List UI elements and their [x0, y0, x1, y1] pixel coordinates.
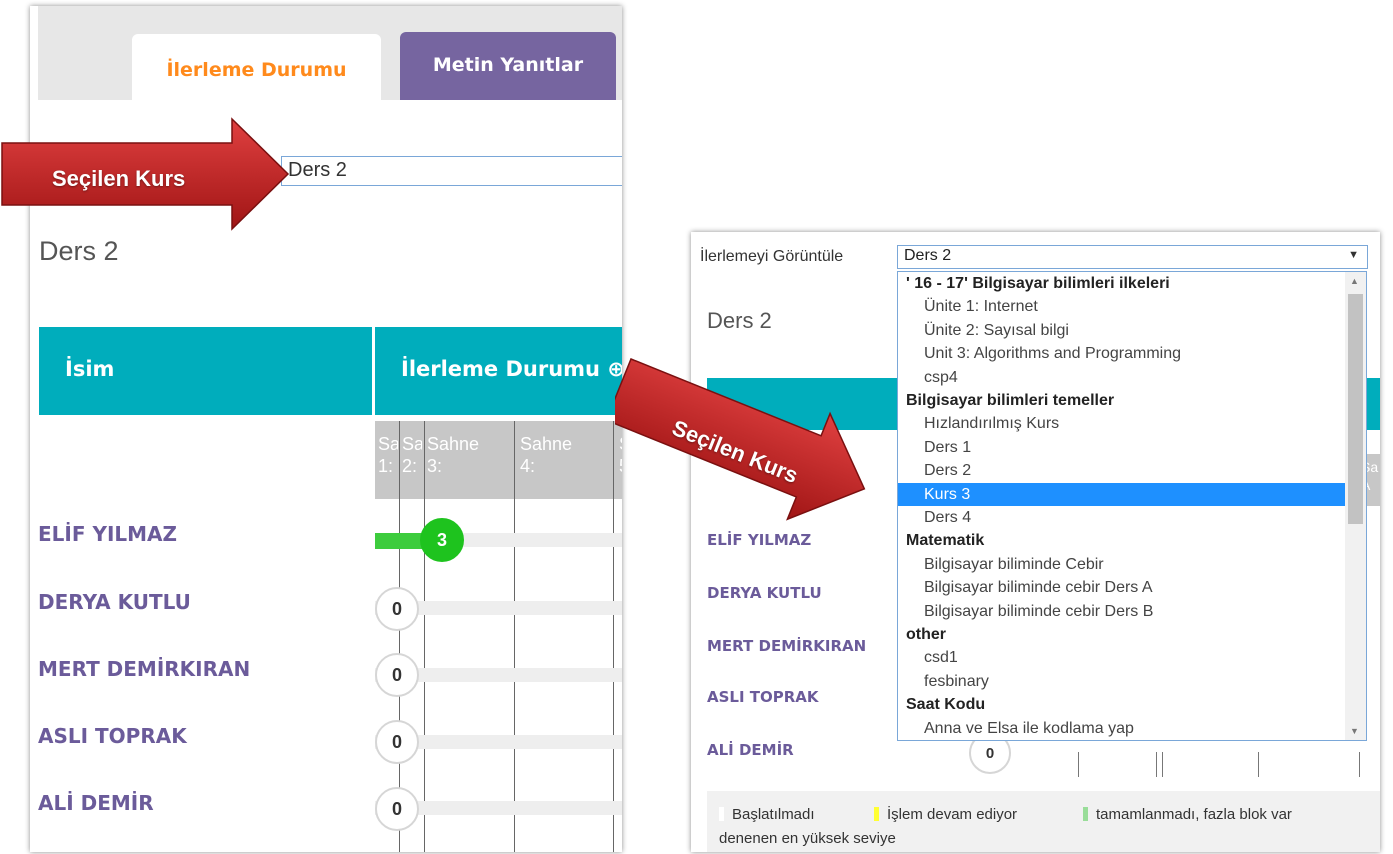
student-name[interactable]: ALİ DEMİR: [707, 741, 794, 759]
dropdown-option[interactable]: Bilgisayar biliminde cebir Ders A: [924, 576, 1344, 599]
chevron-down-icon[interactable]: ▼: [1348, 249, 1359, 261]
progress-circle-current[interactable]: 3: [420, 518, 464, 562]
progress-circle[interactable]: 0: [375, 587, 419, 631]
column-header-name-label: İsim: [65, 357, 115, 381]
tab-bar: İlerleme Durumu Metin Yanıtlar: [38, 6, 622, 100]
scroll-up-icon[interactable]: ▲: [1350, 276, 1359, 286]
progress-circle[interactable]: 0: [375, 787, 419, 831]
grid-divider: [424, 421, 425, 852]
stage-1-label[interactable]: Sa 1:: [378, 433, 398, 477]
student-name[interactable]: ELİF YILMAZ: [38, 522, 177, 546]
legend-text: denenen en yüksek seviye: [719, 830, 896, 847]
dropdown-group-label: Matematik: [906, 532, 985, 550]
dropdown-option[interactable]: Unit 3: Algorithms and Programming: [924, 342, 1344, 365]
dropdown-option[interactable]: csp4: [924, 366, 1344, 389]
course-select[interactable]: Ders 2: [281, 156, 622, 186]
dropdown-option[interactable]: csd1: [924, 646, 1344, 669]
dropdown-group-label: other: [906, 626, 946, 643]
dropdown-option[interactable]: Bilgisayar biliminde cebir Ders B: [924, 600, 1344, 623]
legend: Başlatılmadı İşlem devam ediyor tamamlan…: [707, 791, 1380, 852]
progress-circle[interactable]: 0: [375, 653, 419, 697]
dropdown-group-label: Saat Kodu: [906, 696, 986, 714]
column-header-name: İsim: [39, 327, 372, 415]
column-header-progress-label: İlerleme Durumu ⊕: [401, 357, 622, 381]
legend-item: İşlem devam ediyor: [874, 806, 1017, 823]
dropdown-option[interactable]: Ders 1: [924, 436, 1344, 459]
view-progress-select[interactable]: Ders 2 ▼: [897, 245, 1368, 269]
student-name[interactable]: DERYA KUTLU: [707, 584, 822, 602]
dropdown-option[interactable]: Ders 4: [924, 506, 1344, 529]
dropdown-group-label: Bilgisayar bilimleri temeller: [906, 392, 1115, 409]
page-title: Ders 2: [707, 308, 772, 333]
stage-3-label[interactable]: Sahne 3:: [427, 433, 507, 477]
grid-divider: [1162, 752, 1163, 777]
dropdown-option[interactable]: Ünite 1: Internet: [924, 295, 1344, 318]
grid-divider: [613, 421, 614, 852]
page-title: Ders 2: [39, 236, 119, 266]
student-name[interactable]: ASLI TOPRAK: [707, 688, 819, 706]
dropdown-group-label: ' 16 - 17' Bilgisayar bilimleri ilkeleri: [906, 275, 1170, 292]
stage-2-label[interactable]: Sa 2:: [402, 433, 422, 477]
legend-swatch: [719, 807, 724, 821]
legend-item: Başlatılmadı: [719, 806, 815, 823]
dropdown-option[interactable]: Ünite 2: Sayısal bilgi: [924, 319, 1344, 342]
grid-divider: [1258, 752, 1259, 777]
callout-label-left: Seçilen Kurs: [52, 166, 186, 191]
legend-item: tamamlanmadı, fazla blok var: [1083, 806, 1292, 823]
view-progress-label: İlerlemeyi Görüntüle: [700, 248, 844, 265]
progress-grid: Sa1: Sa2: Sahne3: Sahne4: S5 3 0 0 0 0: [375, 421, 622, 852]
student-name[interactable]: ASLI TOPRAK: [38, 724, 187, 748]
student-name[interactable]: MERT DEMİRKIRAN: [707, 637, 866, 655]
student-name[interactable]: DERYA KUTLU: [38, 590, 191, 614]
grid-divider: [1078, 752, 1079, 777]
scrollbar-thumb[interactable]: [1348, 294, 1363, 524]
grid-divider: [514, 421, 515, 852]
progress-circle[interactable]: 0: [375, 720, 419, 764]
student-name[interactable]: MERT DEMİRKIRAN: [38, 657, 250, 681]
grid-divider: [1156, 752, 1157, 777]
dropdown-scrollbar[interactable]: ▲ ▼: [1345, 272, 1366, 740]
tab-progress-status[interactable]: İlerleme Durumu: [132, 34, 381, 100]
column-header-progress[interactable]: İlerleme Durumu ⊕: [375, 327, 622, 415]
legend-swatch: [874, 807, 879, 821]
dropdown-option-selected[interactable]: Kurs 3: [898, 482, 1345, 506]
course-dropdown-list[interactable]: ' 16 - 17' Bilgisayar bilimleri ilkeleri…: [897, 271, 1367, 741]
dropdown-option[interactable]: fesbinary: [924, 670, 1344, 693]
scroll-down-icon[interactable]: ▼: [1350, 726, 1359, 736]
dropdown-option[interactable]: Anna ve Elsa ile kodlama yap: [924, 717, 1344, 740]
dropdown-option[interactable]: Ders 2: [924, 459, 1344, 482]
legend-swatch: [1083, 807, 1088, 821]
student-name[interactable]: ALİ DEMİR: [38, 791, 154, 815]
callout-arrow-right: [615, 358, 866, 521]
dropdown-option[interactable]: Hızlandırılmış Kurs: [924, 412, 1344, 435]
tab-text-responses[interactable]: Metin Yanıtlar: [400, 32, 616, 100]
stage-4-label[interactable]: Sahne 4:: [520, 433, 600, 477]
dropdown-option[interactable]: Bilgisayar biliminde Cebir: [924, 553, 1344, 576]
grid-divider: [1359, 752, 1360, 777]
